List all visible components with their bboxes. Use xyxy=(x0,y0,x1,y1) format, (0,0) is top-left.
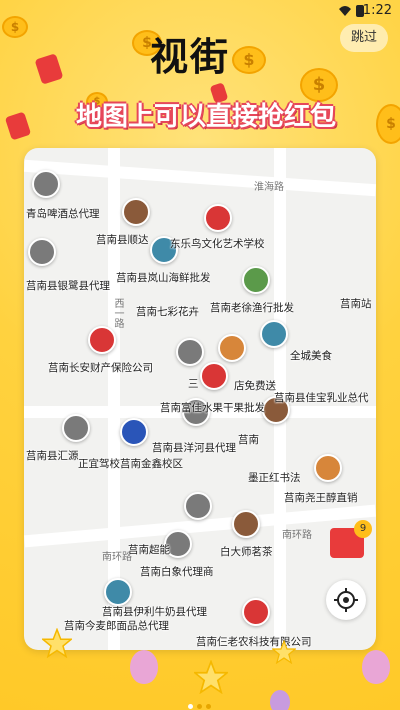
poi-label[interactable]: 莒南县岚山海鲜批发 xyxy=(116,270,211,285)
road-label: 西一路 xyxy=(112,298,123,328)
star-icon xyxy=(272,640,296,664)
map-view[interactable]: 淮海路 南环路 西一路 南环路 青岛啤酒总代理 莒南县顺达 东乐鸟文化艺术学校 … xyxy=(24,148,376,650)
poi-label[interactable]: 白大师茗茶 xyxy=(220,544,273,559)
map-pin[interactable] xyxy=(120,418,148,446)
poi-label[interactable]: 全城美食 xyxy=(290,348,332,363)
balloon-decoration xyxy=(130,650,158,684)
road-label: 淮海路 xyxy=(254,182,284,193)
poi-label[interactable]: 莒南超能 xyxy=(128,542,170,557)
map-pin[interactable] xyxy=(104,578,132,606)
poi-label[interactable]: 莒南县汇源 xyxy=(26,448,79,463)
balloon-decoration xyxy=(270,690,290,710)
map-pin[interactable] xyxy=(62,414,90,442)
poi-label[interactable]: 莒南白象代理商 xyxy=(140,564,214,579)
poi-label[interactable]: 墨正红书法 xyxy=(248,470,301,485)
skip-button[interactable]: 跳过 xyxy=(340,24,388,52)
road xyxy=(24,159,376,197)
map-pin[interactable] xyxy=(232,510,260,538)
map-pin[interactable] xyxy=(260,320,288,348)
poi-label[interactable]: 正宜驾校莒南金鑫校区 xyxy=(78,456,183,471)
poi-label[interactable]: 莒南长安财产保险公司 xyxy=(48,360,153,375)
road xyxy=(108,148,120,650)
map-pin[interactable] xyxy=(242,598,270,626)
map-pin[interactable] xyxy=(242,266,270,294)
coin-decoration: $ xyxy=(376,104,400,144)
poi-label[interactable]: 店免费送 xyxy=(234,378,276,393)
red-packet-button[interactable]: 9 xyxy=(330,520,372,558)
poi-label[interactable]: 莒南县银鹭县代理 xyxy=(26,278,110,293)
poi-label[interactable]: 莒南县佳宝乳业总代 xyxy=(274,390,369,405)
star-icon xyxy=(42,628,72,658)
poi-label[interactable]: 莒南县伊利牛奶县代理 xyxy=(102,604,207,619)
crosshair-icon xyxy=(334,588,358,612)
poi-label[interactable]: 三 xyxy=(188,376,199,391)
headline: 地图上可以直接抢红包 xyxy=(75,102,336,132)
poi-label[interactable]: 莒南站 xyxy=(340,296,372,311)
coin-decoration: $ xyxy=(2,16,28,38)
clock: 1:22 xyxy=(362,3,392,18)
poi-label[interactable]: 青岛啤酒总代理 xyxy=(26,206,100,221)
poi-label[interactable]: 莒南县洋河县代理 xyxy=(152,440,236,455)
poi-label[interactable]: 莒南富佳水果干果批发 xyxy=(160,400,265,415)
poi-label[interactable]: 莒南 xyxy=(238,432,259,447)
map-pin[interactable] xyxy=(122,198,150,226)
poi-label[interactable]: 莒南七彩花卉 xyxy=(136,304,199,319)
red-packet-count-badge: 9 xyxy=(354,520,372,538)
status-bar: 1:22 xyxy=(0,0,400,22)
star-icon xyxy=(194,660,228,694)
poi-label[interactable]: 莒南县顺达 xyxy=(96,232,149,247)
page-indicator xyxy=(186,694,213,710)
poi-label[interactable]: 莒南今麦郎面品总代理 xyxy=(64,618,169,633)
poi-label[interactable]: 莒南尧王醇直销 xyxy=(284,490,358,505)
locate-button[interactable] xyxy=(326,580,366,620)
map-pin[interactable] xyxy=(314,454,342,482)
map-pin[interactable] xyxy=(184,492,212,520)
map-pin[interactable] xyxy=(176,338,204,366)
road-label: 南环路 xyxy=(282,530,312,541)
page-dot xyxy=(197,704,202,709)
poi-label[interactable]: 莒南老徐渔行批发 xyxy=(210,300,294,315)
app-logo: 视街 xyxy=(150,34,231,79)
poi-label[interactable]: 东乐鸟文化艺术学校 xyxy=(170,236,265,251)
balloon-decoration xyxy=(362,650,390,684)
map-pin[interactable] xyxy=(32,170,60,198)
map-pin[interactable] xyxy=(218,334,246,362)
page-dot xyxy=(188,704,193,709)
map-pin[interactable] xyxy=(88,326,116,354)
map-pin[interactable] xyxy=(200,362,228,390)
map-pin[interactable] xyxy=(28,238,56,266)
wifi-icon xyxy=(339,6,351,16)
map-pin[interactable] xyxy=(204,204,232,232)
page-dot xyxy=(206,704,211,709)
